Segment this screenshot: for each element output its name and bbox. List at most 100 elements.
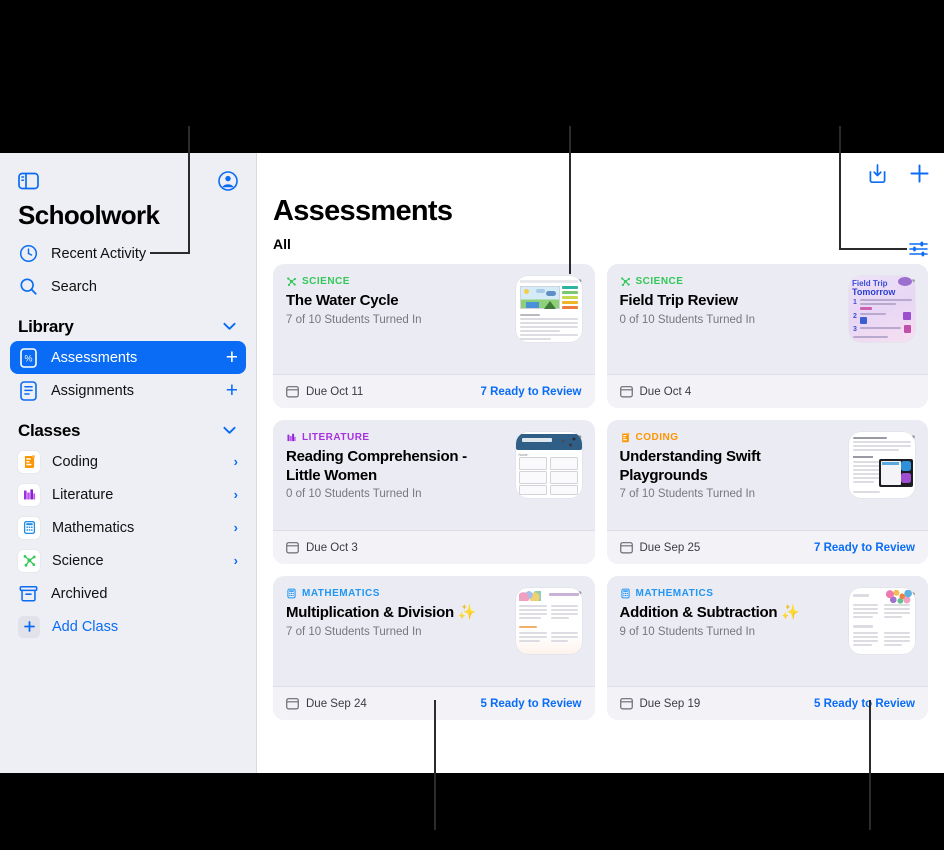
literature-icon — [18, 483, 40, 506]
due-label: Due Sep 19 — [639, 697, 701, 710]
card-category: SCIENCE — [620, 276, 838, 287]
main-toolbar — [868, 163, 930, 184]
chevron-right-icon[interactable]: › — [234, 553, 238, 568]
add-assessment-button[interactable]: + — [226, 347, 238, 368]
callout-line-filter-vertical — [839, 126, 841, 250]
sidebar-item-label: Search — [51, 278, 97, 295]
calendar-icon — [286, 386, 299, 398]
clock-icon — [18, 243, 39, 264]
ready-to-review-link[interactable]: 5 Ready to Review — [481, 698, 582, 710]
thumbnail-field-trip: Field Trip Tomorrow 1 2 3 — [849, 276, 915, 342]
chevron-right-icon[interactable]: › — [234, 454, 238, 469]
card-footer: Due Oct 11 7 Ready to Review — [273, 374, 595, 408]
chevron-down-icon[interactable] — [223, 422, 236, 440]
card-text: MATHEMATICS Multiplication & Division ✨ … — [286, 588, 510, 676]
callout-line-filter-horizontal — [839, 248, 907, 250]
sidebar-item-archived[interactable]: Archived — [10, 577, 246, 610]
category-label: SCIENCE — [635, 276, 684, 287]
category-label: SCIENCE — [302, 276, 350, 287]
card-subtitle: 7 of 10 Students Turned In — [286, 625, 422, 638]
card-category: MATHEMATICS — [286, 588, 504, 599]
card-due: Due Oct 4 — [619, 385, 692, 398]
card-subtitle: 0 of 10 Students Turned In — [619, 313, 756, 326]
sidebar-item-assignments[interactable]: Assignments + — [10, 374, 246, 407]
literature-icon — [287, 433, 296, 442]
sidebar-item-science[interactable]: Science › — [10, 544, 246, 577]
card-body: CODING Understanding Swift Playgrounds 7… — [607, 420, 929, 530]
calendar-icon — [619, 386, 633, 398]
card-title: Field Trip Review — [619, 292, 739, 309]
card-due: Due Sep 19 — [619, 697, 701, 710]
share-upload-icon[interactable] — [868, 163, 887, 184]
callout-line-card-top — [569, 126, 571, 274]
calendar-icon — [286, 542, 299, 554]
sidebar-item-label: Literature — [52, 486, 114, 503]
due-label: Due Oct 4 — [639, 385, 692, 398]
card-subtitle: 0 of 10 Students Turned In — [286, 488, 422, 501]
sidebar-item-coding[interactable]: Coding › — [10, 445, 246, 478]
sidebar-item-assessments[interactable]: % Assessments + — [10, 341, 246, 374]
sidebar-item-recent-activity[interactable]: Recent Activity — [10, 237, 246, 270]
due-label: Due Sep 25 — [639, 541, 701, 554]
thumbnail-addition — [849, 588, 915, 654]
card-text: CODING Understanding Swift Playgrounds 7… — [620, 432, 844, 520]
card-body: SCIENCE The Water Cycle 7 of 10 Students… — [273, 264, 595, 374]
card-title: Reading Comprehension - Little Women — [286, 448, 467, 484]
category-label: LITERATURE — [302, 432, 370, 443]
science-icon — [18, 549, 40, 572]
card-body: SCIENCE Field Trip Review 0 of 10 Studen… — [607, 264, 929, 374]
card-title: Addition & Subtraction ✨ — [619, 604, 800, 621]
chevron-down-icon[interactable] — [223, 318, 236, 336]
sidebar-toggle-icon[interactable] — [18, 172, 39, 190]
card-due: Due Sep 25 — [619, 541, 701, 554]
category-label: MATHEMATICS — [302, 588, 380, 599]
account-circle-icon[interactable] — [218, 170, 238, 191]
sidebar-item-label: Mathematics — [52, 519, 135, 536]
assignment-icon — [18, 380, 39, 401]
assessment-card[interactable]: ••• C — [606, 420, 929, 564]
card-text: SCIENCE Field Trip Review 0 of 10 Studen… — [620, 276, 844, 364]
sidebar-item-label: Science — [52, 552, 104, 569]
chevron-right-icon[interactable]: › — [234, 520, 238, 535]
thumbnail-water-cycle — [515, 276, 582, 342]
science-icon — [620, 277, 630, 287]
add-button[interactable] — [909, 163, 930, 184]
sidebar-item-label: Coding — [52, 453, 98, 470]
assessment-card[interactable]: ••• — [273, 264, 595, 408]
ready-to-review-link[interactable]: 5 Ready to Review — [814, 698, 915, 710]
card-due: Due Sep 24 — [286, 697, 367, 710]
assessment-card[interactable]: ••• MATHEMATICS — [273, 576, 595, 720]
due-label: Due Sep 24 — [306, 697, 367, 710]
sliders-filter-icon[interactable] — [909, 241, 928, 262]
card-due: Due Oct 11 — [286, 385, 363, 398]
sidebar-section-library[interactable]: Library — [0, 303, 256, 341]
assessment-card[interactable]: ••• LITERATURE — [273, 420, 595, 564]
card-footer: Due Sep 25 7 Ready to Review — [606, 530, 928, 564]
sidebar-item-mathematics[interactable]: Mathematics › — [10, 511, 246, 544]
ready-to-review-link[interactable]: 7 Ready to Review — [814, 542, 915, 554]
card-thumbnail-wrap: Field Trip Tomorrow 1 2 3 — [843, 276, 915, 364]
sidebar-item-add-class[interactable]: Add Class — [10, 610, 246, 643]
callout-line-bottom-left — [434, 700, 436, 830]
calendar-icon — [286, 698, 299, 710]
assessment-card[interactable]: ♥ ••• MATHEM — [606, 576, 928, 720]
sidebar-section-classes[interactable]: Classes — [0, 407, 256, 445]
callout-line-sidebar-horizontal — [150, 252, 190, 254]
assessment-card[interactable]: ••• — [606, 264, 929, 408]
card-title: Understanding Swift Playgrounds — [619, 448, 761, 484]
sidebar-item-label: Assessments — [51, 349, 138, 366]
search-icon — [18, 276, 39, 297]
card-thumbnail-wrap: Name: — [510, 432, 582, 520]
card-subtitle: 7 of 10 Students Turned In — [619, 488, 756, 501]
add-assignment-button[interactable]: + — [226, 380, 238, 401]
due-label: Due Oct 3 — [306, 541, 358, 554]
sidebar-item-literature[interactable]: Literature › — [10, 478, 246, 511]
chevron-right-icon[interactable]: › — [234, 487, 238, 502]
ready-to-review-link[interactable]: 7 Ready to Review — [481, 386, 582, 398]
sidebar-item-label: Recent Activity — [51, 245, 147, 262]
sidebar: Schoolwork Recent Activity Search Librar… — [0, 153, 257, 773]
mathematics-icon — [620, 588, 630, 599]
card-text: LITERATURE Reading Comprehension - Littl… — [286, 432, 510, 520]
card-category: MATHEMATICS — [620, 588, 838, 599]
sidebar-item-search[interactable]: Search — [10, 270, 246, 303]
